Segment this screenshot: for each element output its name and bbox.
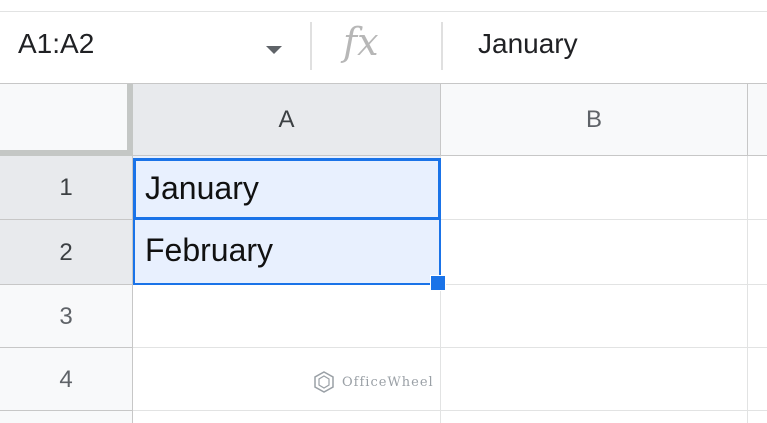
row-header-3[interactable]: 3	[0, 285, 133, 348]
name-box-dropdown-icon[interactable]	[266, 46, 282, 54]
cell-c2[interactable]	[748, 220, 767, 285]
cell-a5[interactable]	[133, 411, 441, 423]
cell-c3[interactable]	[748, 285, 767, 348]
separator	[310, 22, 312, 70]
row-header-1[interactable]: 1	[0, 156, 133, 220]
cell-b5[interactable]	[441, 411, 748, 423]
watermark-text: OfficeWheel	[342, 374, 434, 390]
fill-handle[interactable]	[430, 275, 446, 291]
watermark: OfficeWheel	[312, 370, 434, 394]
top-edge	[0, 0, 767, 12]
cell-b3[interactable]	[441, 285, 748, 348]
cell-a3[interactable]	[133, 285, 441, 348]
name-box[interactable]: A1:A2	[18, 28, 94, 60]
fx-icon: fx	[343, 20, 379, 64]
column-header-a[interactable]: A	[133, 84, 441, 156]
formula-bar: A1:A2 fx January	[0, 12, 767, 84]
select-all-corner[interactable]	[0, 84, 133, 156]
cell-a1[interactable]: January	[133, 156, 441, 220]
row-header-5[interactable]	[0, 411, 133, 423]
cell-b2[interactable]	[441, 220, 748, 285]
row-header-2[interactable]: 2	[0, 220, 133, 285]
cell-text: January	[145, 170, 259, 206]
cell-b4[interactable]	[441, 348, 748, 411]
formula-input[interactable]: January	[478, 28, 578, 60]
row-header-4[interactable]: 4	[0, 348, 133, 411]
cell-c4[interactable]	[748, 348, 767, 411]
cell-a2[interactable]: February	[133, 220, 441, 285]
cell-text: February	[145, 232, 274, 268]
cell-c1[interactable]	[748, 156, 767, 220]
officewheel-logo-icon	[314, 371, 334, 393]
column-header-b[interactable]: B	[441, 84, 748, 156]
cell-b1[interactable]	[441, 156, 748, 220]
separator	[441, 22, 443, 70]
column-header-c[interactable]	[748, 84, 767, 156]
